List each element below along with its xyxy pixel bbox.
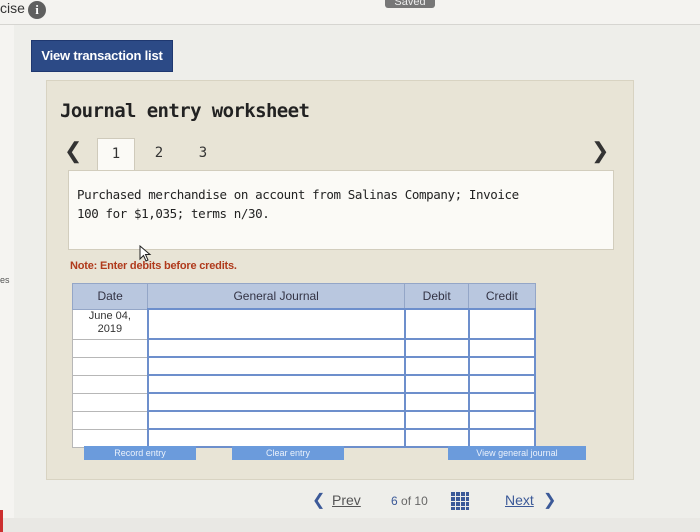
- left-rail: es: [0, 25, 15, 532]
- saved-status-badge: Saved: [385, 0, 435, 8]
- prev-page-link[interactable]: Prev: [332, 492, 361, 508]
- date-cell: June 04, 2019: [71, 308, 149, 340]
- transaction-description: Purchased merchandise on account from Sa…: [77, 187, 519, 221]
- left-rail-tab-fragment[interactable]: es: [0, 275, 10, 285]
- debit-column-header: Debit: [404, 283, 470, 310]
- account-input[interactable]: [146, 308, 406, 340]
- table-row: [71, 428, 537, 448]
- tab-transaction-2[interactable]: 2: [140, 138, 178, 170]
- page-of-label: of: [401, 494, 412, 508]
- credit-input[interactable]: [467, 428, 537, 448]
- page-indicator: 6 of 10: [391, 494, 428, 508]
- date-cell: [71, 374, 149, 394]
- date-cell: [71, 392, 149, 412]
- mouse-pointer-icon: [139, 245, 152, 262]
- entry-date: June 04, 2019: [88, 309, 131, 335]
- debit-input[interactable]: [403, 410, 470, 430]
- tab-transaction-1[interactable]: 1: [97, 138, 135, 170]
- date-column-header: Date: [71, 283, 149, 310]
- question-grid-icon[interactable]: [450, 491, 470, 511]
- table-header-row: Date General Journal Debit Credit: [71, 283, 536, 310]
- account-input[interactable]: [146, 338, 406, 358]
- info-icon[interactable]: i: [28, 1, 46, 19]
- credit-input[interactable]: [467, 392, 537, 412]
- prev-transaction-chevron-icon[interactable]: ❮: [64, 140, 82, 162]
- date-cell: [71, 338, 149, 358]
- table-row: [71, 374, 537, 394]
- view-transaction-list-button[interactable]: View transaction list: [31, 40, 173, 72]
- credit-input[interactable]: [467, 356, 537, 376]
- general-journal-column-header: General Journal: [147, 283, 406, 310]
- top-bar: cise i Saved: [0, 0, 700, 25]
- next-page-chevron-icon[interactable]: ❯: [543, 490, 556, 510]
- debit-input[interactable]: [403, 356, 470, 376]
- credit-input[interactable]: [467, 410, 537, 430]
- date-cell: [71, 428, 149, 448]
- account-input[interactable]: [146, 410, 406, 430]
- account-input[interactable]: [146, 374, 406, 394]
- table-row: [71, 338, 537, 358]
- total-pages-number: 10: [414, 494, 428, 508]
- table-row: [71, 392, 537, 412]
- debit-input[interactable]: [403, 428, 470, 448]
- tab-transaction-3[interactable]: 3: [184, 138, 222, 170]
- journal-entry-table: Date General Journal Debit Credit June 0…: [71, 283, 537, 448]
- table-row: [71, 410, 537, 430]
- record-entry-button[interactable]: Record entry: [84, 446, 196, 460]
- account-input[interactable]: [146, 356, 406, 376]
- credit-column-header: Credit: [468, 283, 536, 310]
- next-transaction-chevron-icon[interactable]: ❯: [591, 140, 609, 162]
- debits-before-credits-note: Note: Enter debits before credits.: [70, 260, 237, 272]
- exercise-title-fragment: cise: [0, 0, 25, 16]
- view-general-journal-button[interactable]: View general journal: [448, 446, 586, 460]
- credit-input[interactable]: [467, 338, 537, 358]
- credit-input[interactable]: [467, 308, 537, 340]
- table-row: June 04, 2019: [71, 308, 537, 340]
- account-input[interactable]: [146, 428, 406, 448]
- debit-input[interactable]: [403, 374, 470, 394]
- date-cell: [71, 356, 149, 376]
- debit-input[interactable]: [403, 392, 470, 412]
- left-rail-marker: [0, 510, 3, 532]
- clear-entry-button[interactable]: Clear entry: [232, 446, 344, 460]
- next-page-link[interactable]: Next: [505, 492, 534, 508]
- date-cell: [71, 410, 149, 430]
- table-row: [71, 356, 537, 376]
- credit-input[interactable]: [467, 374, 537, 394]
- account-input[interactable]: [146, 392, 406, 412]
- debit-input[interactable]: [403, 308, 470, 340]
- current-page-number: 6: [391, 494, 398, 508]
- debit-input[interactable]: [403, 338, 470, 358]
- worksheet-title: Journal entry worksheet: [60, 100, 310, 122]
- prev-page-chevron-icon[interactable]: ❮: [312, 490, 325, 510]
